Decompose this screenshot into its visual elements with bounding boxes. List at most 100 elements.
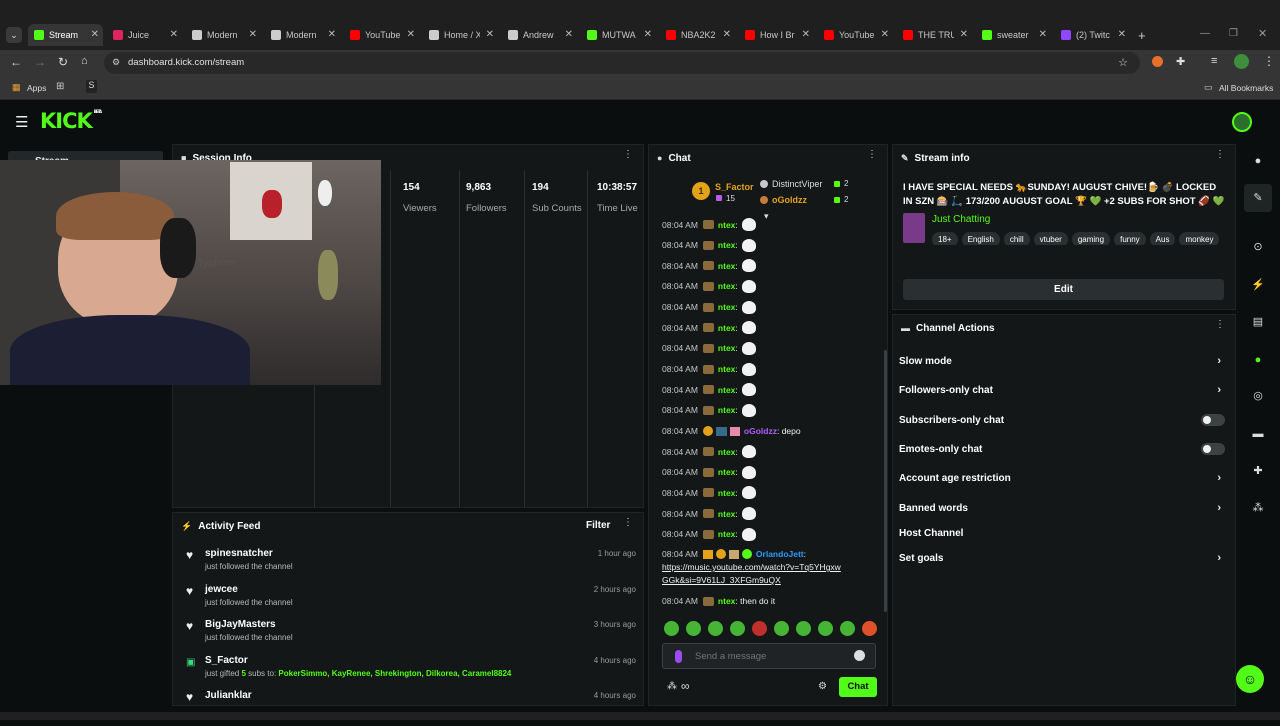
chat-username[interactable]: ntex [718,261,735,271]
bookmark-star-icon[interactable]: ☆ [1118,56,1128,69]
browser-tab[interactable]: Modern ✕ [265,24,340,46]
channel-actions-menu-icon[interactable]: ⋮ [1215,320,1225,330]
stream-tag[interactable]: gaming [1071,232,1111,245]
toggle-switch[interactable] [1201,443,1225,455]
category-link[interactable]: Just Chatting [932,214,990,225]
stream-tag[interactable]: chill [1003,232,1030,245]
emote-icon[interactable] [708,621,723,636]
chat-username[interactable]: ntex [718,385,735,395]
minimize-icon[interactable]: — [1200,28,1210,39]
chat-username[interactable]: OrlandoJett [756,549,804,559]
browser-menu-icon[interactable]: ⋮ [1263,54,1275,68]
infinity-icon[interactable]: ∞ [681,679,690,693]
activity-username[interactable]: Julianklar [205,690,252,701]
emote-icon[interactable] [796,621,811,636]
chat-menu-icon[interactable]: ⋮ [867,150,877,160]
filter-button[interactable]: Filter [586,520,610,531]
tab-close-icon[interactable]: ✕ [1039,29,1047,40]
activity-username[interactable]: BigJayMasters [205,619,276,630]
home-icon[interactable]: ⌂ [81,55,88,67]
channel-action-followers-only-chat[interactable]: Followers-only chat › [899,380,1225,400]
target-icon[interactable]: ⊙ [1250,239,1266,255]
browser-tab[interactable]: YouTube ✕ [344,24,419,46]
apps-grid-icon[interactable]: ▦ [12,82,21,93]
browser-tab[interactable]: MUTWA ✕ [581,24,656,46]
stream-tag[interactable]: 18+ [932,232,958,245]
user-avatar[interactable] [1232,112,1252,132]
tab-close-icon[interactable]: ✕ [407,29,415,40]
tab-close-icon[interactable]: ✕ [960,29,968,40]
chat-username[interactable]: ntex [718,509,735,519]
stream-info-menu-icon[interactable]: ⋮ [1215,150,1225,160]
notes-icon[interactable]: ▤ [1250,314,1266,330]
users-rail-icon[interactable]: ⁂ [1250,500,1266,516]
channel-action-subscribers-only-chat[interactable]: Subscribers-only chat [899,410,1225,430]
tab-close-icon[interactable]: ✕ [881,29,889,40]
browser-tab[interactable]: Stream ✕ [28,24,103,46]
browser-tab[interactable]: NBA2K2 ✕ [660,24,735,46]
tab-search-icon[interactable]: ⌄ [6,27,22,43]
gift-recipients[interactable]: PokerSimmo, KayRenee, Shrekington, Dilko… [278,669,511,678]
lightning-rail-icon[interactable]: ⚡ [1250,277,1266,293]
channel-action-host-channel[interactable]: Host Channel [899,523,1225,543]
new-tab-icon[interactable]: + [1138,28,1146,43]
channel-actions-rail-icon[interactable]: ▬ [1250,426,1266,442]
activity-username[interactable]: jewcee [205,584,238,595]
stream-tag[interactable]: monkey [1179,232,1220,245]
chat-username[interactable]: ntex [718,488,735,498]
broadcast-icon[interactable]: ◎ [1250,388,1266,404]
chat-username[interactable]: ntex [718,529,735,539]
chat-username[interactable]: ntex [718,447,735,457]
emote-quick-bar[interactable] [664,621,884,637]
tab-close-icon[interactable]: ✕ [565,29,573,40]
browser-tab[interactable]: YouTube ✕ [818,24,893,46]
chat-link[interactable]: https://music.youtube.com/watch?v=Tq5YHg… [662,561,847,587]
media-controls-icon[interactable]: ≡ [1211,55,1217,67]
browser-tab[interactable]: Home / X ✕ [423,24,498,46]
kick-logo[interactable]: KICK BETA [40,109,102,133]
toggle-switch[interactable] [1201,414,1225,426]
chat-message-input[interactable] [662,643,876,669]
emote-icon[interactable] [664,621,679,636]
tab-close-icon[interactable]: ✕ [644,29,652,40]
browser-tab[interactable]: sweater ✕ [976,24,1051,46]
close-window-icon[interactable]: ✕ [1258,27,1267,40]
restore-icon[interactable]: ❐ [1229,28,1238,39]
tab-close-icon[interactable]: ✕ [1118,29,1126,40]
chat-username[interactable]: ntex [718,405,735,415]
chat-send-button[interactable]: Chat [839,677,877,697]
session-info-menu-icon[interactable]: ⋮ [623,150,633,160]
tab-close-icon[interactable]: ✕ [170,29,178,40]
emote-icon[interactable] [862,621,877,636]
browser-tab[interactable]: (2) Twitc ✕ [1055,24,1130,46]
emote-icon[interactable] [730,621,745,636]
channel-action-slow-mode[interactable]: Slow mode › [899,351,1225,371]
support-chat-button[interactable]: ☺ [1236,665,1264,693]
browser-tab[interactable]: Andrew ✕ [502,24,577,46]
emote-icon[interactable] [686,621,701,636]
tab-close-icon[interactable]: ✕ [249,29,257,40]
chat-username[interactable]: ntex [718,596,735,606]
reload-icon[interactable]: ↻ [58,55,68,69]
info-icon[interactable]: ● [1250,153,1266,169]
bookmark-s-icon[interactable]: S [86,80,97,93]
stream-tag[interactable]: vtuber [1033,232,1068,245]
url-input[interactable]: ⚙ dashboard.kick.com/stream ☆ [104,52,1140,74]
chat-scrollbar[interactable] [884,350,887,612]
emote-icon[interactable] [774,621,789,636]
emoji-picker-icon[interactable] [854,650,865,661]
stream-tag[interactable]: English [961,232,1000,245]
profile-avatar[interactable] [1234,54,1249,69]
pencil-icon[interactable]: ✎ [1250,190,1266,206]
tab-close-icon[interactable]: ✕ [486,29,494,40]
chat-username[interactable]: ntex [718,467,735,477]
chat-username[interactable]: oGoldzz [744,426,777,436]
emote-icon[interactable] [840,621,855,636]
channel-action-account-age-restriction[interactable]: Account age restriction › [899,468,1225,488]
chat-rail-icon[interactable]: ● [1250,352,1266,368]
expand-leaderboard-icon[interactable]: ▾ [764,211,769,222]
chat-input-field[interactable] [695,649,845,664]
browser-tab[interactable]: Modern ✕ [186,24,261,46]
emote-icon[interactable] [818,621,833,636]
browser-tab[interactable]: Juice ✕ [107,24,182,46]
